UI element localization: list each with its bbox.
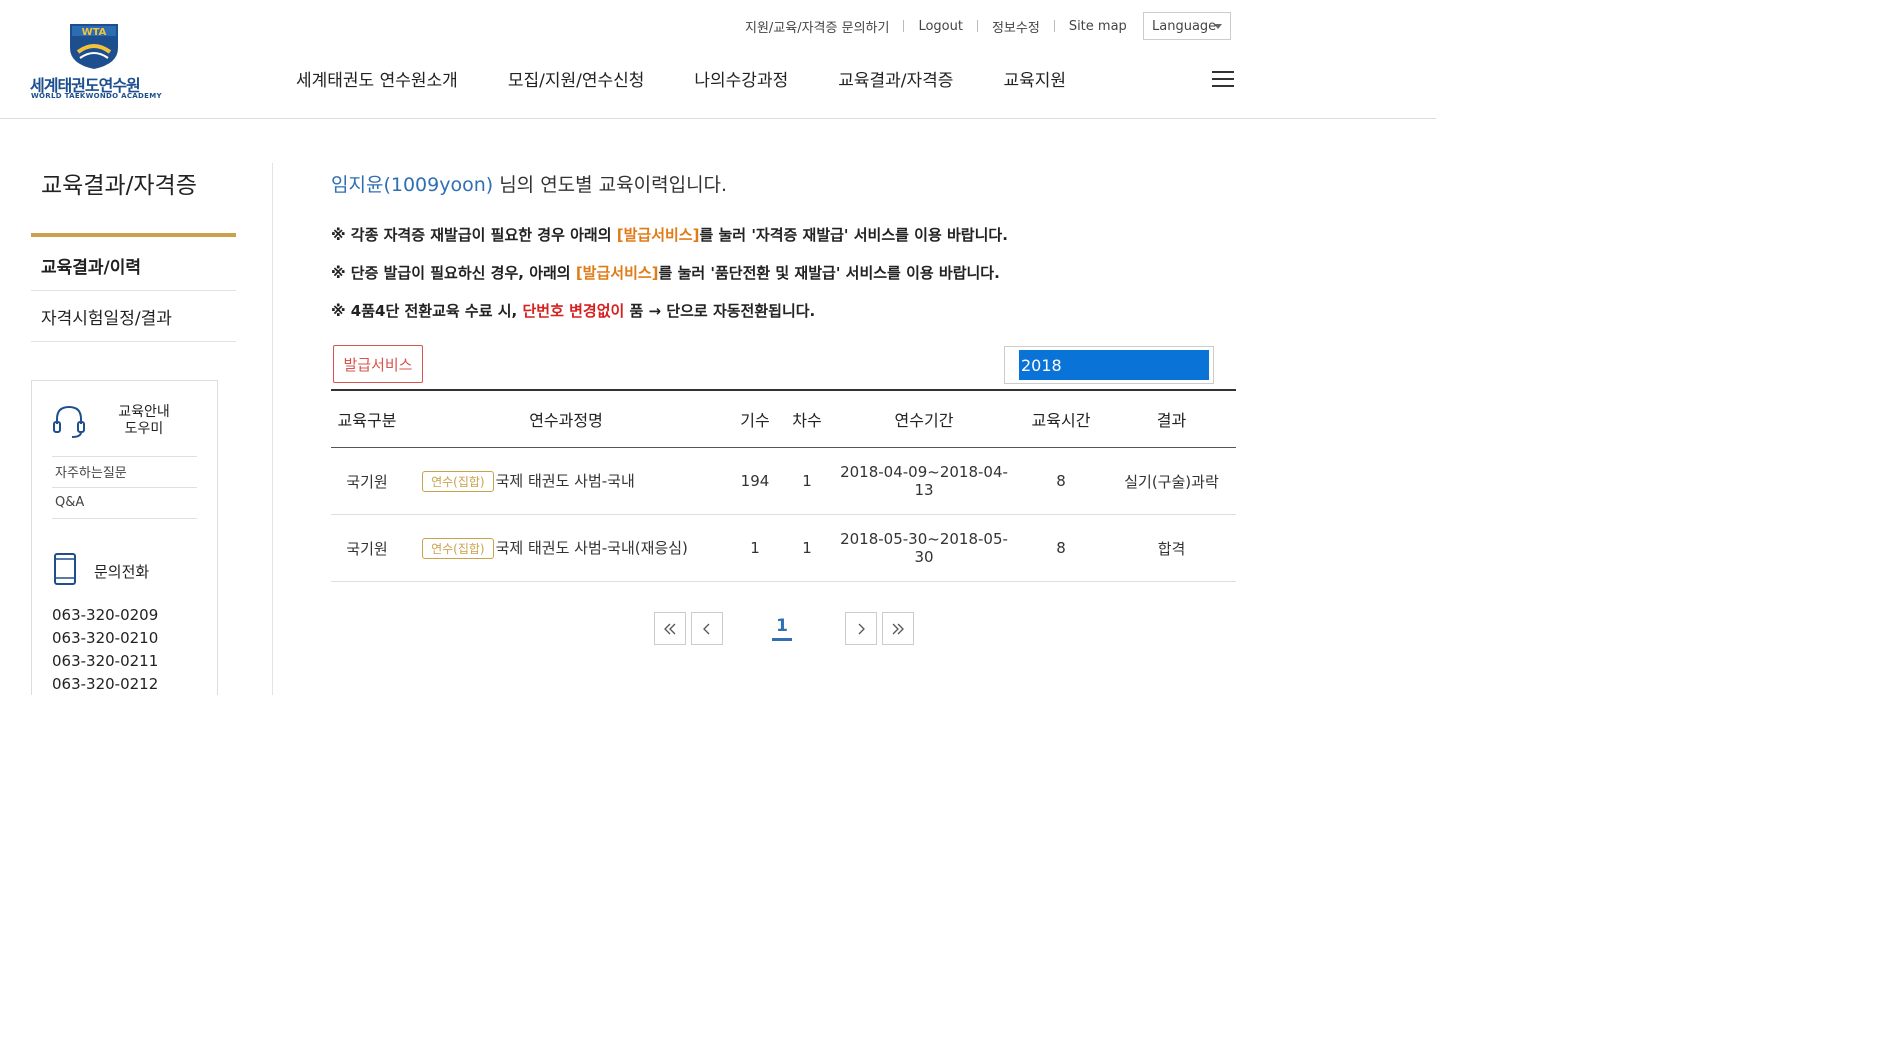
caret-down-icon	[1214, 24, 1222, 29]
course-name: 국제 태권도 사범-국내	[495, 472, 635, 490]
divider	[1053, 20, 1055, 32]
col-header-hours: 교육시간	[1015, 389, 1107, 448]
cell-result: 실기(구술)과락	[1107, 447, 1236, 515]
col-header-course: 연수과정명	[403, 389, 729, 448]
headset-icon	[53, 405, 85, 438]
last-page-button[interactable]	[882, 612, 914, 645]
col-header-result: 결과	[1107, 389, 1236, 448]
col-header-chasu: 차수	[781, 389, 833, 448]
cell-type: 국기원	[331, 514, 403, 582]
nav-item-my-courses[interactable]: 나의수강과정	[694, 66, 788, 91]
year-selected-value: 2018	[1019, 350, 1209, 380]
cell-gisu: 1	[729, 514, 781, 582]
nav-item-apply[interactable]: 모집/지원/연수신청	[508, 66, 645, 91]
nav-item-results[interactable]: 교육결과/자격증	[838, 66, 953, 91]
phone-title: 문의전화	[94, 563, 150, 581]
qna-link[interactable]: Q&A	[52, 487, 197, 517]
divider	[976, 20, 978, 32]
table-row: 국기원 연수(집합) 국제 태권도 사범-국내(재응심) 1 1 2018-05-…	[331, 514, 1236, 582]
sidebar-item-education-history[interactable]: 교육결과/이력	[31, 240, 236, 291]
double-chevron-right-icon	[892, 623, 904, 634]
wta-emblem-icon: WTA	[70, 24, 118, 69]
cell-hours: 8	[1015, 447, 1107, 515]
faq-link[interactable]: 자주하는질문	[52, 456, 197, 486]
page-heading: 임지윤(1009yoon) 님의 연도별 교육이력입니다.	[331, 170, 727, 197]
sitemap-link[interactable]: Site map	[1069, 19, 1127, 34]
sidebar-menu: 교육결과/이력 자격시험일정/결과	[31, 240, 236, 342]
prev-page-button[interactable]	[691, 612, 723, 645]
site-header: WTA 세계태권도연수원 WORLD TAEKWONDO ACADEMY 지원/…	[0, 0, 1436, 119]
edit-profile-link[interactable]: 정보수정	[992, 17, 1040, 36]
svg-text:WTA: WTA	[82, 27, 107, 38]
hamburger-icon[interactable]	[1212, 71, 1234, 89]
cell-course: 연수(집합) 국제 태권도 사범-국내	[403, 447, 729, 515]
notice-reissue: ※ 각종 자격증 재발급이 필요한 경우 아래의 [발급서비스]를 눌러 '자격…	[331, 226, 1008, 244]
nav-item-about[interactable]: 세계태권도 연수원소개	[296, 66, 458, 91]
phone-number: 063-320-0212	[52, 675, 159, 693]
nav-item-support[interactable]: 교육지원	[1003, 66, 1066, 91]
phone-number: 063-320-0209	[52, 606, 159, 624]
pagination: 1	[654, 612, 914, 646]
sidebar-divider	[272, 163, 273, 695]
phone-number: 063-320-0210	[52, 629, 159, 647]
logout-link[interactable]: Logout	[918, 19, 963, 34]
course-name: 국제 태권도 사범-국내(재응심)	[495, 539, 688, 557]
help-box: 교육안내 도우미 자주하는질문 Q&A 문의전화 063-320-0209 06…	[31, 380, 218, 695]
cell-type: 국기원	[331, 447, 403, 515]
cell-result: 합격	[1107, 514, 1236, 582]
col-header-type: 교육구분	[331, 389, 403, 448]
table-header-row: 교육구분 연수과정명 기수 차수 연수기간 교육시간 결과	[331, 389, 1236, 448]
notice-poom-conversion: ※ 4품4단 전환교육 수료 시, 단번호 변경없이 품 → 단으로 자동전환됩…	[331, 302, 816, 320]
first-page-button[interactable]	[654, 612, 686, 645]
main-nav: 세계태권도 연수원소개 모집/지원/연수신청 나의수강과정 교육결과/자격증 교…	[296, 66, 1116, 91]
course-badge: 연수(집합)	[422, 538, 494, 559]
sidebar-accent-bar	[31, 233, 236, 237]
phone-number: 063-320-0211	[52, 652, 159, 670]
divider	[52, 518, 197, 519]
phone-icon	[54, 553, 76, 585]
utility-links: 지원/교육/자격증 문의하기 Logout 정보수정 Site map	[745, 16, 1127, 36]
cell-gisu: 194	[729, 447, 781, 515]
next-page-button[interactable]	[845, 612, 877, 645]
heading-text: 님의 연도별 교육이력입니다.	[493, 174, 728, 196]
col-header-period: 연수기간	[833, 389, 1015, 448]
page-number-current[interactable]: 1	[772, 616, 792, 641]
notice-dan-certificate: ※ 단증 발급이 필요하신 경우, 아래의 [발급서비스]를 눌러 '품단전환 …	[331, 264, 1000, 282]
chevron-right-icon	[858, 623, 865, 634]
issue-service-button[interactable]: 발급서비스	[333, 345, 423, 383]
logo-name-english: WORLD TAEKWONDO ACADEMY	[31, 92, 162, 100]
cell-course: 연수(집합) 국제 태권도 사범-국내(재응심)	[403, 514, 729, 582]
table-row: 국기원 연수(집합) 국제 태권도 사범-국내 194 1 2018-04-09~…	[331, 447, 1236, 515]
cell-chasu: 1	[781, 514, 833, 582]
col-header-gisu: 기수	[729, 389, 781, 448]
year-select[interactable]: 2018	[1004, 346, 1214, 384]
course-badge: 연수(집합)	[422, 471, 494, 492]
user-name: 임지윤(1009yoon)	[331, 174, 494, 196]
cell-hours: 8	[1015, 514, 1107, 582]
sidebar-title: 교육결과/자격증	[41, 173, 197, 199]
chevron-left-icon	[703, 623, 710, 634]
education-history-table: 교육구분 연수과정명 기수 차수 연수기간 교육시간 결과 국기원 연수(집합)…	[331, 389, 1236, 582]
language-label: Language	[1152, 18, 1217, 34]
help-header: 교육안내 도우미	[52, 404, 202, 440]
cell-period: 2018-04-09~2018-04-13	[833, 447, 1015, 515]
double-chevron-left-icon	[664, 623, 676, 634]
cell-chasu: 1	[781, 447, 833, 515]
help-title: 교육안내 도우미	[118, 404, 170, 437]
sidebar-item-exam-schedule[interactable]: 자격시험일정/결과	[31, 291, 236, 342]
cell-period: 2018-05-30~2018-05-30	[833, 514, 1015, 582]
inquiry-link[interactable]: 지원/교육/자격증 문의하기	[745, 17, 889, 36]
divider	[903, 20, 905, 32]
language-select[interactable]: Language	[1143, 12, 1231, 40]
site-logo[interactable]: WTA 세계태권도연수원 WORLD TAEKWONDO ACADEMY	[30, 22, 162, 100]
